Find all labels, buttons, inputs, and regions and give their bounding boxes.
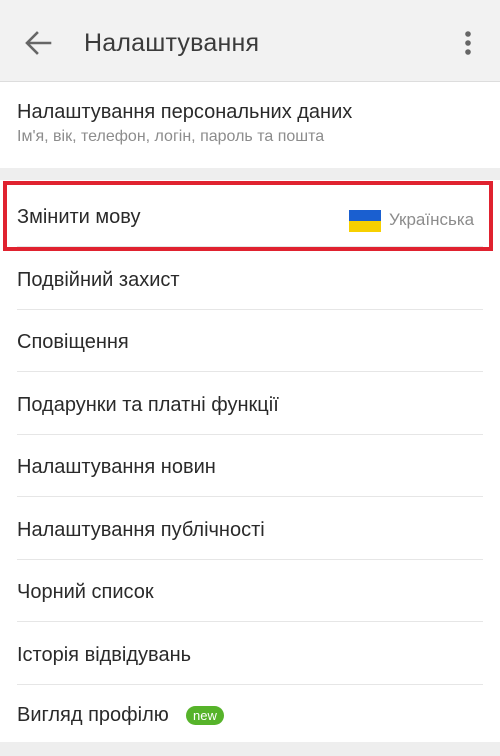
page-title: Налаштування [84, 29, 260, 57]
gifts-paid-features-item[interactable]: Подарунки та платні функції [0, 373, 500, 435]
arrow-left-icon [25, 31, 52, 55]
back-button[interactable] [20, 27, 56, 59]
new-badge: new [186, 706, 224, 725]
publicity-settings-label: Налаштування публічності [17, 519, 265, 541]
notifications-item[interactable]: Сповіщення [0, 310, 500, 372]
ukraine-flag-icon [349, 210, 381, 232]
blacklist-item[interactable]: Чорний список [0, 560, 500, 622]
more-vertical-icon [465, 31, 471, 55]
change-language-item[interactable]: Змінити мову Українська [0, 185, 500, 247]
personal-data-settings-item[interactable]: Налаштування персональних даних Ім'я, ві… [0, 82, 500, 168]
visit-history-item[interactable]: Історія відвідувань [0, 623, 500, 685]
more-options-button[interactable] [454, 26, 482, 60]
row-divider [17, 246, 483, 247]
two-factor-auth-label: Подвійний захист [17, 269, 180, 291]
publicity-settings-item[interactable]: Налаштування публічності [0, 498, 500, 560]
bottom-section-divider [0, 742, 500, 756]
personal-data-subtitle: Ім'я, вік, телефон, логін, пароль та пош… [17, 128, 325, 145]
notifications-label: Сповіщення [17, 331, 129, 353]
change-language-label: Змінити мову [17, 206, 141, 228]
gifts-paid-features-label: Подарунки та платні функції [17, 394, 279, 416]
personal-data-title: Налаштування персональних даних [17, 101, 353, 123]
visit-history-label: Історія відвідувань [17, 644, 192, 666]
profile-appearance-item[interactable]: Вигляд профілю new [0, 685, 500, 747]
two-factor-auth-item[interactable]: Подвійний захист [0, 248, 500, 310]
news-settings-label: Налаштування новин [17, 456, 216, 478]
row-divider [17, 621, 483, 622]
news-settings-item[interactable]: Налаштування новин [0, 435, 500, 497]
profile-appearance-label: Вигляд профілю [17, 704, 169, 726]
section-divider [0, 168, 500, 180]
current-language-value: Українська [389, 210, 475, 229]
settings-list: Змінити мову Українська Подвійний захист… [0, 180, 500, 742]
row-divider [17, 371, 483, 372]
app-header: Налаштування [0, 0, 500, 82]
row-divider [17, 496, 483, 497]
blacklist-label: Чорний список [17, 581, 154, 603]
